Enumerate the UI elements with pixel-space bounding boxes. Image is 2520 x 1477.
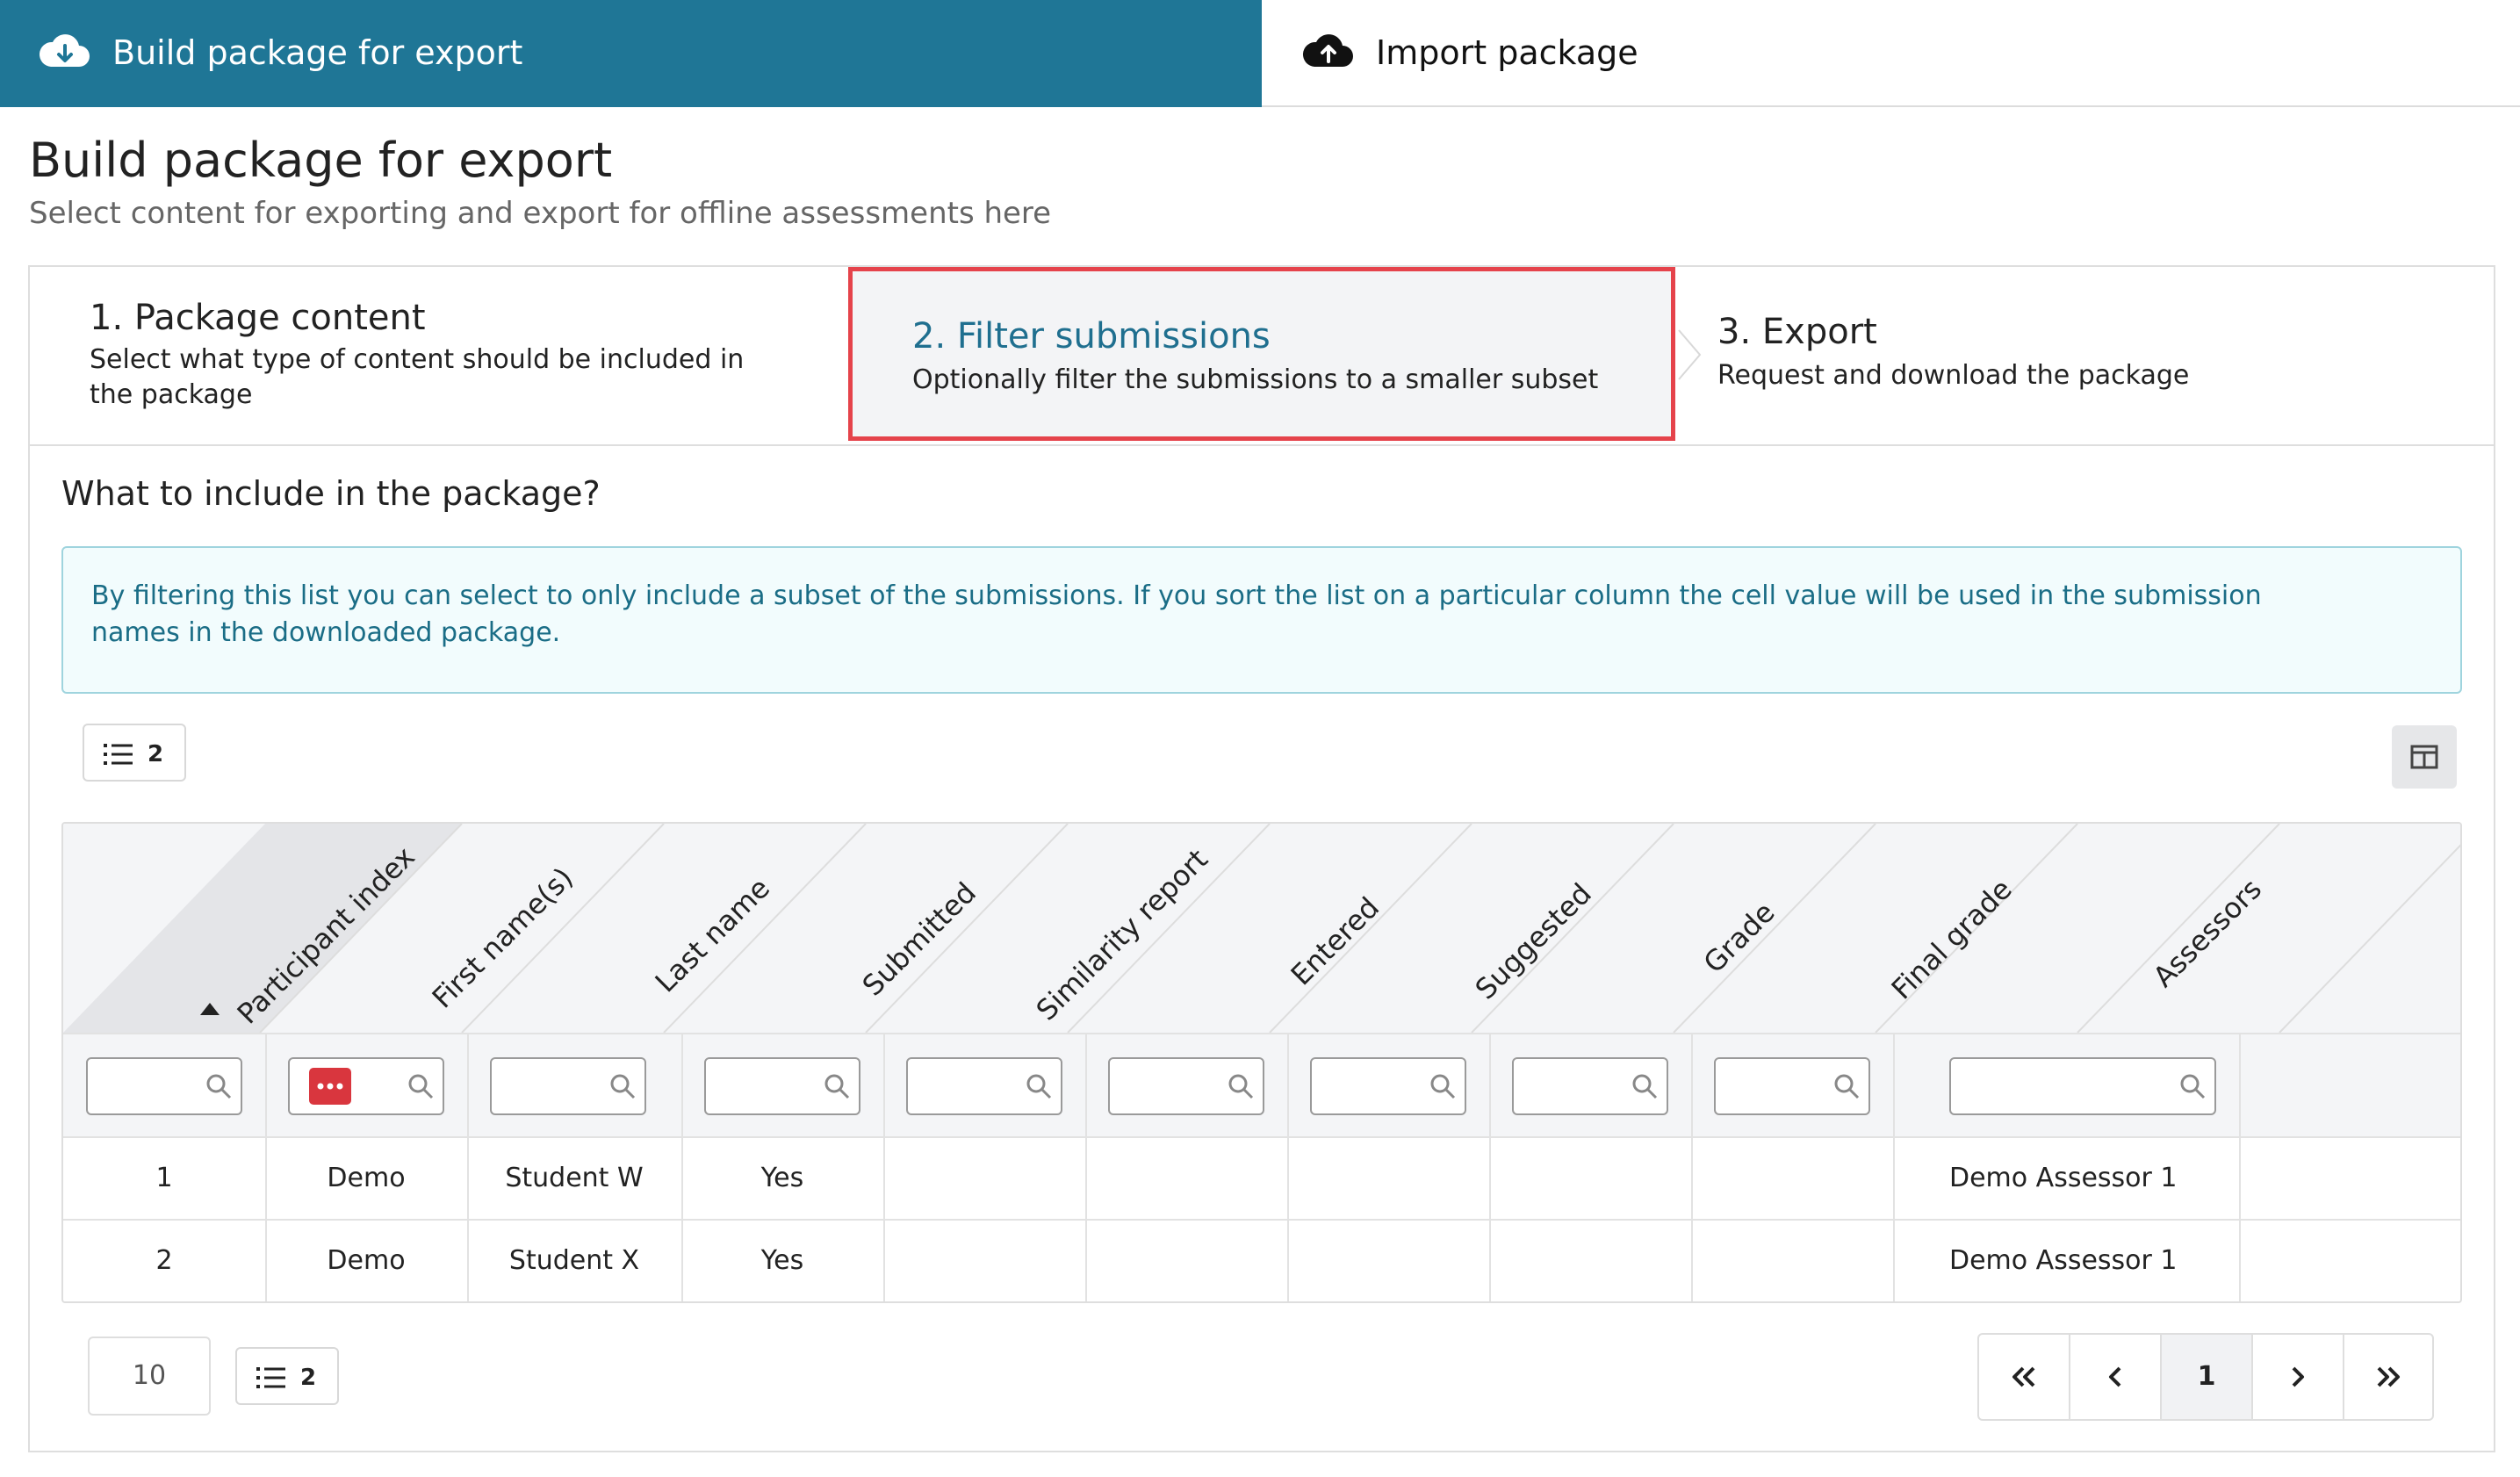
search-icon bbox=[2180, 1074, 2206, 1099]
table-row[interactable]: 1 Demo Student W Yes Demo Assessor 1 bbox=[63, 1138, 2460, 1221]
list-icon bbox=[104, 744, 133, 765]
step-description: Select what type of content should be in… bbox=[90, 344, 745, 410]
cloud-download-icon bbox=[39, 34, 90, 67]
cell-participant-index: 2 bbox=[155, 1245, 173, 1276]
search-icon bbox=[206, 1074, 232, 1099]
column-settings-button[interactable] bbox=[2392, 725, 2457, 789]
section-title: What to include in the package? bbox=[61, 474, 601, 513]
table-row[interactable]: 2 Demo Student X Yes Demo Assessor 1 bbox=[63, 1221, 2460, 1301]
filter-input-grade[interactable] bbox=[1512, 1057, 1668, 1115]
cell-submitted: Yes bbox=[760, 1163, 804, 1193]
page-size-select[interactable]: 10 bbox=[88, 1337, 211, 1416]
search-icon bbox=[824, 1074, 850, 1099]
filter-input-first-names[interactable] bbox=[288, 1057, 444, 1115]
sort-ascending-icon bbox=[200, 1003, 220, 1015]
cell-last-name: Student W bbox=[505, 1163, 644, 1193]
step-title: 2. Filter submissions bbox=[912, 316, 1271, 357]
columns-icon bbox=[2410, 745, 2438, 769]
search-icon bbox=[408, 1074, 434, 1099]
filter-input-similarity-report[interactable] bbox=[906, 1057, 1062, 1115]
step-title: 1. Package content bbox=[90, 298, 426, 338]
filter-input-participant-index[interactable] bbox=[86, 1057, 242, 1115]
table-header: Participant index First name(s) Last nam… bbox=[63, 824, 2460, 1033]
cell-first-names: Demo bbox=[327, 1163, 406, 1193]
submissions-table: Participant index First name(s) Last nam… bbox=[61, 822, 2462, 1303]
list-icon bbox=[256, 1367, 285, 1388]
filter-input-submitted[interactable] bbox=[704, 1057, 860, 1115]
more-options-icon bbox=[317, 1083, 343, 1090]
chevron-left-icon bbox=[2109, 1366, 2121, 1387]
filter-input-entered[interactable] bbox=[1108, 1057, 1264, 1115]
filter-input-final-grade[interactable] bbox=[1714, 1057, 1870, 1115]
filter-input-suggested[interactable] bbox=[1310, 1057, 1466, 1115]
tab-import-package-label: Import package bbox=[1376, 33, 1638, 72]
search-icon bbox=[610, 1074, 636, 1099]
info-alert-text: By filtering this list you can select to… bbox=[91, 580, 2262, 648]
top-tab-bar: Build package for export Import package bbox=[0, 0, 2520, 107]
step-package-content[interactable]: 1. Package content Select what type of c… bbox=[30, 267, 848, 443]
page-title: Build package for export bbox=[29, 133, 613, 188]
tab-build-package-label: Build package for export bbox=[112, 33, 523, 72]
next-page-button[interactable] bbox=[2253, 1335, 2344, 1419]
wizard-steps: 1. Package content Select what type of c… bbox=[30, 267, 2494, 446]
info-alert: By filtering this list you can select to… bbox=[61, 546, 2462, 694]
tab-import-package[interactable]: Import package bbox=[1262, 0, 2520, 105]
cell-submitted: Yes bbox=[760, 1245, 804, 1276]
previous-page-button[interactable] bbox=[2070, 1335, 2162, 1419]
step-title: 3. Export bbox=[1717, 312, 1877, 352]
chevron-right-icon bbox=[2292, 1366, 2304, 1387]
list-view-toggle-top[interactable]: 2 bbox=[83, 724, 186, 782]
search-icon bbox=[1430, 1074, 1456, 1099]
filter-options-button[interactable] bbox=[309, 1068, 351, 1105]
cell-assessors: Demo Assessor 1 bbox=[1949, 1163, 2178, 1193]
list-count: 2 bbox=[148, 741, 164, 767]
cell-participant-index: 1 bbox=[155, 1163, 173, 1193]
cloud-upload-icon bbox=[1302, 34, 1353, 67]
step-description: Request and download the package bbox=[1717, 360, 2190, 391]
last-page-button[interactable] bbox=[2344, 1335, 2432, 1419]
list-count: 2 bbox=[300, 1365, 317, 1391]
header-diagonal-lines bbox=[63, 824, 2460, 1033]
search-icon bbox=[1834, 1074, 1860, 1099]
tab-build-package[interactable]: Build package for export bbox=[0, 0, 1262, 107]
cell-last-name: Student X bbox=[508, 1245, 640, 1276]
list-view-toggle-bottom[interactable]: 2 bbox=[235, 1347, 339, 1405]
export-wizard-card: 1. Package content Select what type of c… bbox=[28, 265, 2495, 1452]
double-chevron-left-icon bbox=[2012, 1366, 2035, 1387]
double-chevron-right-icon bbox=[2377, 1366, 2400, 1387]
current-page-button[interactable]: 1 bbox=[2162, 1335, 2253, 1419]
step-description: Optionally filter the submissions to a s… bbox=[912, 364, 1599, 395]
pagination: 1 bbox=[1977, 1333, 2434, 1421]
page-subtitle: Select content for exporting and export … bbox=[29, 196, 1052, 231]
cell-assessors: Demo Assessor 1 bbox=[1949, 1245, 2178, 1276]
filter-row bbox=[63, 1033, 2460, 1138]
search-icon bbox=[1228, 1074, 1254, 1099]
cell-first-names: Demo bbox=[327, 1245, 406, 1276]
first-page-button[interactable] bbox=[1979, 1335, 2070, 1419]
step-filter-submissions[interactable]: 2. Filter submissions Optionally filter … bbox=[848, 267, 1675, 441]
filter-input-assessors[interactable] bbox=[1949, 1057, 2216, 1115]
search-icon bbox=[1026, 1074, 1052, 1099]
filter-input-last-name[interactable] bbox=[490, 1057, 646, 1115]
step-export[interactable]: 3. Export Request and download the packa… bbox=[1675, 267, 2492, 443]
search-icon bbox=[1632, 1074, 1658, 1099]
